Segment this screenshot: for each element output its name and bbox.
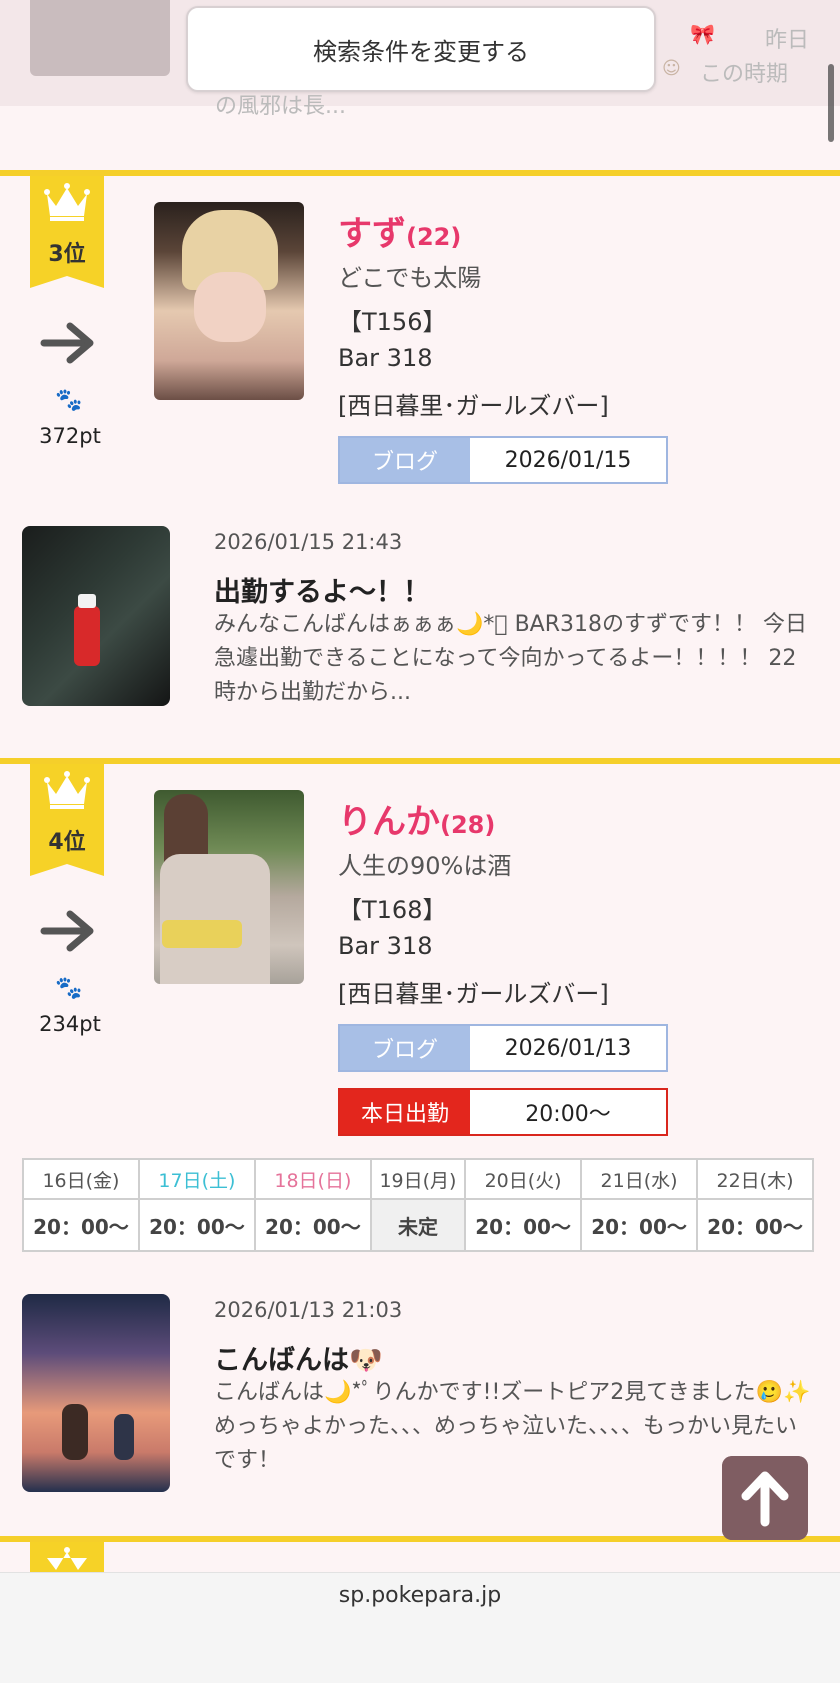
rank-badge: 4位 [30, 764, 104, 876]
schedule-day: 16日(金) [22, 1158, 140, 1200]
points: 372pt [39, 424, 101, 448]
catchphrase: 人生の90%は酒 [338, 852, 512, 880]
shop-area: [西日暮里･ガールズバー] [338, 980, 609, 1008]
blog-label: ブログ [340, 1026, 470, 1070]
schedule-time: 未定 [369, 1198, 467, 1252]
arrow-right-icon [40, 322, 94, 364]
rank-label: 3位 [48, 242, 86, 267]
paw-icon: 🐾 [55, 388, 83, 413]
section-divider [0, 758, 840, 764]
back-to-top-button[interactable] [722, 1456, 808, 1540]
emoji-icon: ☺ [662, 58, 681, 79]
catchphrase: どこでも太陽 [338, 264, 482, 292]
blog-date: 2026/01/15 [504, 447, 632, 473]
cast-age: (22) [406, 223, 462, 251]
previous-entry-text: この時期 [700, 62, 789, 87]
blog-datetime: 2026/01/13 21:03 [214, 1298, 403, 1322]
schedule-day: 17日(土) [137, 1158, 256, 1200]
weekly-schedule: 16日(金) 17日(土) 18日(日) 19日(月) 20日(火) 21日(水… [22, 1158, 814, 1252]
section-divider [0, 1536, 840, 1542]
schedule-day: 18日(日) [253, 1158, 372, 1200]
cast-name-text[interactable]: すず [338, 214, 406, 254]
shop-area: [西日暮里･ガールズバー] [338, 392, 609, 420]
ribbon-icon: 🎀 [690, 22, 715, 46]
schedule-day: 21日(水) [580, 1158, 699, 1200]
schedule-time: 20：00〜 [22, 1198, 140, 1252]
schedule-time: 20：00〜 [696, 1198, 814, 1252]
blog-excerpt: みんなこんばんはぁぁぁ🌙*ﾟ BAR318のすずです！！ 今日急遽出勤できること… [214, 612, 808, 705]
previous-entry-text: 昨日 [765, 28, 810, 53]
previous-entry-thumbnail [30, 0, 170, 76]
blog-datetime: 2026/01/15 21:43 [214, 530, 403, 554]
cast-name-text[interactable]: りんか [338, 802, 440, 842]
schedule-day: 19日(月) [369, 1158, 467, 1200]
schedule-time: 20：00〜 [580, 1198, 699, 1252]
schedule-times-row: 20：00〜 20：00〜 20：00〜 未定 20：00〜 20：00〜 20… [22, 1198, 814, 1252]
today-work-time: 20:00〜 [525, 1102, 611, 1127]
schedule-day: 20日(火) [464, 1158, 583, 1200]
schedule-time: 20：00〜 [253, 1198, 372, 1252]
cast-name[interactable]: すず(22) [338, 206, 461, 255]
schedule-time: 20：00〜 [464, 1198, 583, 1252]
blog-label: ブログ [340, 438, 470, 482]
rank-badge [30, 1542, 104, 1572]
shop-name[interactable]: Bar 318 [338, 344, 432, 372]
today-work-status: 本日出勤 20:00〜 [338, 1088, 668, 1136]
cast-age: (28) [440, 811, 496, 839]
blog-title[interactable]: こんばんは🐶 [214, 1338, 383, 1377]
blog-link[interactable]: ブログ 2026/01/13 [338, 1024, 668, 1072]
shop-name[interactable]: Bar 318 [338, 932, 432, 960]
cast-name[interactable]: りんか(28) [338, 794, 495, 843]
height: 【T168】 [338, 896, 447, 924]
change-search-button[interactable]: 検索条件を変更する [186, 6, 656, 92]
profile-photo[interactable] [154, 202, 304, 400]
rank-label: 4位 [48, 830, 86, 855]
today-work-label: 本日出勤 [340, 1090, 470, 1134]
rank-badge: 3位 [30, 176, 104, 288]
profile-photo[interactable] [154, 790, 304, 984]
blog-thumbnail[interactable] [22, 1294, 170, 1492]
height: 【T156】 [338, 308, 447, 336]
crown-icon [44, 183, 90, 221]
arrow-right-icon [40, 910, 94, 952]
section-divider [0, 170, 840, 176]
blog-date: 2026/01/13 [504, 1035, 632, 1061]
schedule-day: 22日(木) [696, 1158, 814, 1200]
blog-title[interactable]: 出勤するよ〜！！ [214, 570, 430, 609]
crown-icon [47, 1547, 87, 1570]
points: 234pt [39, 1012, 101, 1036]
schedule-days-row: 16日(金) 17日(土) 18日(日) 19日(月) 20日(火) 21日(水… [22, 1158, 814, 1200]
paw-icon: 🐾 [55, 976, 83, 1001]
blog-link[interactable]: ブログ 2026/01/15 [338, 436, 668, 484]
browser-bottom-bar: sp.pokepara.jp [0, 1572, 840, 1683]
browser-url[interactable]: sp.pokepara.jp [0, 1583, 840, 1608]
crown-icon [44, 771, 90, 809]
schedule-time: 20：00〜 [137, 1198, 256, 1252]
previous-entry-snippet: の風邪は長... [215, 94, 346, 119]
scrollbar[interactable] [828, 64, 834, 142]
blog-thumbnail[interactable] [22, 526, 170, 706]
